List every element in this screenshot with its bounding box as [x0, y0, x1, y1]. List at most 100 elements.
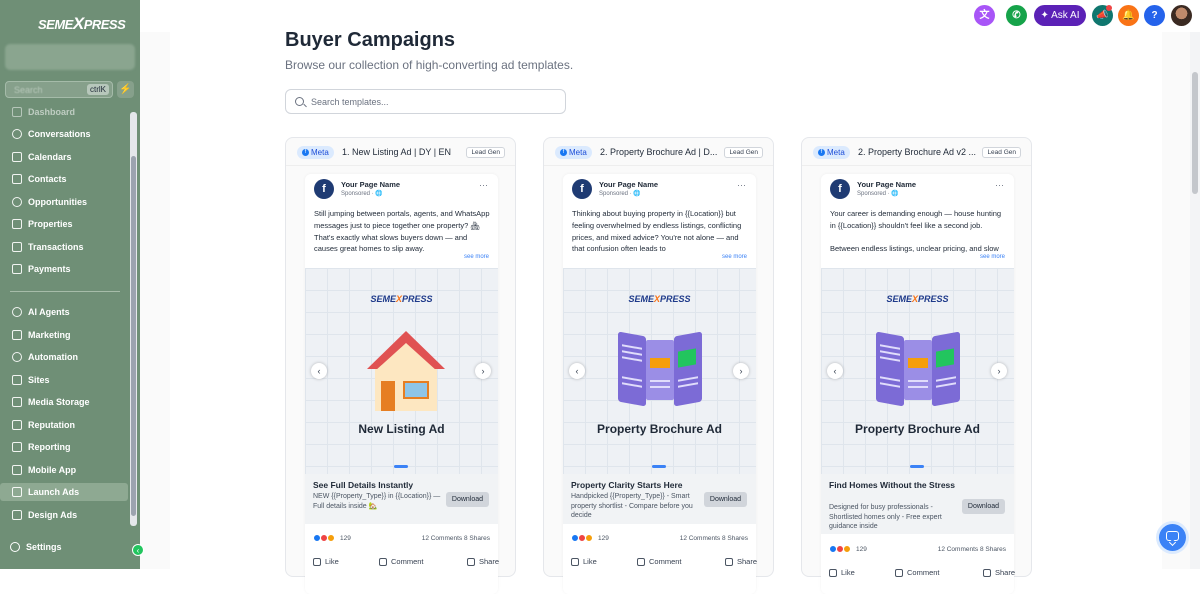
sidebar-item-marketing[interactable]: Marketing — [6, 326, 126, 344]
sidebar-item-ai-agents[interactable]: AI Agents — [6, 303, 126, 321]
meta-icon: f — [302, 149, 309, 156]
media-icon — [12, 397, 22, 407]
carousel-indicator[interactable] — [910, 465, 924, 468]
sidebar-item-calendars[interactable]: Calendars — [6, 148, 126, 166]
help-icon[interactable]: ? — [1144, 5, 1165, 26]
template-search-input[interactable]: Search templates... — [285, 89, 566, 114]
sidebar-item-settings[interactable]: Settings — [10, 542, 62, 552]
sponsored-label: Sponsored · 🌐 — [857, 191, 899, 197]
ask-ai-button[interactable]: ✦ Ask AI — [1034, 5, 1086, 26]
creative-logo: SEMEXPRESS — [370, 294, 433, 304]
creative-headline: New Listing Ad — [358, 422, 445, 436]
like-button[interactable]: Like — [313, 557, 339, 566]
sidebar-search-input[interactable]: Search ctrlK — [5, 81, 113, 98]
see-more-link[interactable]: see more — [464, 254, 489, 260]
like-button[interactable]: Like — [829, 568, 855, 577]
contacts-icon — [12, 174, 22, 184]
main-scrollbar[interactable] — [1190, 32, 1200, 569]
sidebar-item-opportunities[interactable]: Opportunities — [6, 193, 126, 211]
carousel-indicator[interactable] — [652, 465, 666, 468]
reputation-icon — [12, 420, 22, 430]
sidebar-nav: Dashboard Conversations Calendars Contac… — [0, 106, 128, 526]
cta-section: Find Homes Without the Stress Designed f… — [821, 474, 1014, 534]
comment-button[interactable]: Comment — [895, 568, 940, 577]
carousel-next-button[interactable]: › — [991, 363, 1007, 379]
comment-button[interactable]: Comment — [637, 557, 682, 566]
download-button[interactable]: Download — [446, 492, 489, 507]
ad-text: Thinking about buying property in {{Loca… — [572, 209, 742, 254]
sidebar-item-reporting[interactable]: Reporting — [6, 438, 126, 456]
gear-icon — [10, 542, 20, 552]
design-icon — [12, 510, 22, 520]
sponsored-label: Sponsored · 🌐 — [599, 191, 641, 197]
card-title: 2. Property Brochure Ad v2 ... — [858, 147, 977, 157]
download-button[interactable]: Download — [962, 499, 1005, 514]
brochure-illustration — [618, 328, 702, 408]
carousel-prev-button[interactable]: ‹ — [827, 363, 843, 379]
more-options-icon[interactable]: ··· — [737, 180, 746, 190]
sidebar-item-payments[interactable]: Payments — [6, 260, 126, 278]
sidebar-item-launch-ads[interactable]: Launch Ads — [0, 483, 128, 501]
carousel-next-button[interactable]: › — [733, 363, 749, 379]
like-button[interactable]: Like — [571, 557, 597, 566]
translate-icon[interactable]: 文 — [974, 5, 995, 26]
phone-icon[interactable]: ✆ — [1006, 5, 1027, 26]
meta-icon: f — [560, 149, 567, 156]
sidebar-divider — [10, 291, 120, 292]
reaction-summary: 129 — [313, 534, 351, 542]
account-switcher[interactable] — [5, 44, 135, 70]
sidebar-item-conversations[interactable]: Conversations — [6, 125, 126, 143]
bell-icon[interactable]: 🔔 — [1118, 5, 1139, 26]
sidebar-item-sites[interactable]: Sites — [6, 371, 126, 389]
meta-icon: f — [818, 149, 825, 156]
carousel-indicator[interactable] — [394, 465, 408, 468]
share-button[interactable]: Share — [467, 557, 499, 566]
template-card[interactable]: f Meta 2. Property Brochure Ad v2 ... Lea… — [801, 137, 1032, 594]
sidebar-item-design-ads[interactable]: Design Ads — [6, 506, 126, 524]
brand-logo[interactable]: SEMEXPRESS — [38, 14, 126, 34]
globe-icon: 🌐 — [633, 191, 641, 197]
comment-button[interactable]: Comment — [379, 557, 424, 566]
sidebar-item-dashboard[interactable]: Dashboard — [6, 106, 126, 121]
share-icon — [725, 557, 733, 566]
card-header: f Meta 1. New Listing Ad | DY | EN Lead G… — [286, 138, 515, 166]
sidebar-item-reputation[interactable]: Reputation — [6, 416, 126, 434]
page-subtitle: Browse our collection of high-converting… — [285, 58, 574, 72]
carousel-next-button[interactable]: › — [475, 363, 491, 379]
globe-icon: 🌐 — [375, 191, 383, 197]
comment-icon — [895, 568, 903, 577]
sidebar-item-mobile-app[interactable]: Mobile App — [6, 461, 126, 479]
carousel-prev-button[interactable]: ‹ — [311, 363, 327, 379]
platform-badge: f Meta — [297, 146, 334, 159]
template-card[interactable]: f Meta 1. New Listing Ad | DY | EN Lead G… — [285, 137, 516, 594]
opportunities-icon — [12, 197, 22, 207]
more-options-icon[interactable]: ··· — [995, 180, 1004, 190]
reaction-summary: 129 — [829, 545, 867, 553]
sidebar-scrollbar[interactable] — [130, 112, 137, 526]
share-button[interactable]: Share — [725, 557, 757, 566]
see-more-link[interactable]: see more — [722, 254, 747, 260]
comment-icon — [379, 557, 387, 566]
template-card[interactable]: f Meta 2. Property Brochure Ad | D... Lea… — [543, 137, 774, 594]
sidebar-collapse-button[interactable]: ‹ — [132, 544, 144, 556]
see-more-link[interactable]: see more — [980, 254, 1005, 260]
ad-preview: f Your Page Name Sponsored · 🌐 ··· Your … — [821, 174, 1015, 594]
sidebar-item-transactions[interactable]: Transactions — [6, 238, 126, 256]
quick-action-icon[interactable]: ⚡ — [117, 81, 134, 98]
comment-icon — [637, 557, 645, 566]
carousel-prev-button[interactable]: ‹ — [569, 363, 585, 379]
cta-subtext: NEW {{Property_Type}} in {{Location}} — … — [313, 493, 441, 510]
avatar[interactable] — [1171, 5, 1192, 26]
sidebar-item-automation[interactable]: Automation — [6, 348, 126, 366]
engagement-stats: 12 Comments 8 Shares — [679, 535, 748, 542]
sidebar-item-media-storage[interactable]: Media Storage — [6, 393, 126, 411]
share-button[interactable]: Share — [983, 568, 1015, 577]
more-options-icon[interactable]: ··· — [479, 180, 488, 190]
download-button[interactable]: Download — [704, 492, 747, 507]
chat-support-button[interactable] — [1159, 524, 1186, 551]
creative-headline: Property Brochure Ad — [855, 422, 980, 436]
sidebar-item-contacts[interactable]: Contacts — [6, 170, 126, 188]
search-icon — [295, 97, 304, 106]
sidebar-item-properties[interactable]: Properties — [6, 215, 126, 233]
cta-headline: See Full Details Instantly — [313, 480, 414, 490]
